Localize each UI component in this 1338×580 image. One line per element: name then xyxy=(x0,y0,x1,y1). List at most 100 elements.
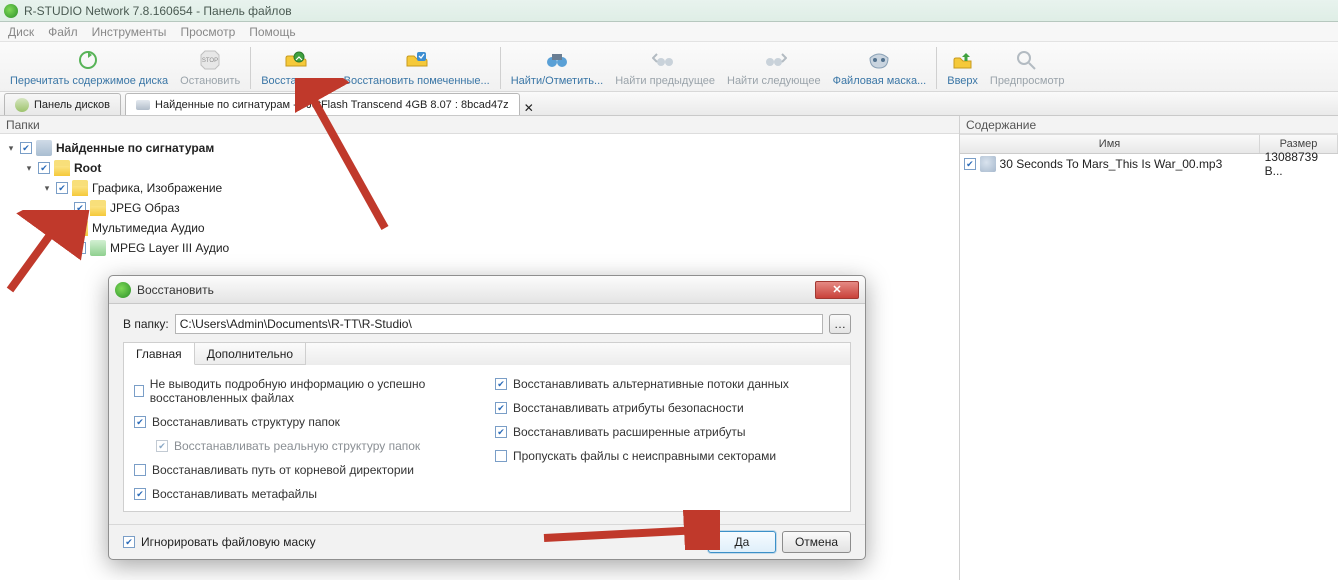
opt-security-attr-checkbox[interactable] xyxy=(495,402,507,414)
opt-root-path-label: Восстанавливать путь от корневой директо… xyxy=(152,463,414,477)
tool-reread[interactable]: Перечитать содержимое диска xyxy=(4,45,174,89)
tool-find-prev[interactable]: Найти предыдущее xyxy=(609,45,721,89)
dialog-tab-extra[interactable]: Дополнительно xyxy=(195,343,306,365)
recover-icon xyxy=(282,47,310,73)
svg-text:STOP: STOP xyxy=(202,58,218,64)
ok-button-label: Да xyxy=(735,535,750,549)
recover-marked-icon xyxy=(403,47,431,73)
browse-button[interactable]: … xyxy=(829,314,851,334)
tree-checkbox[interactable] xyxy=(56,182,68,194)
tree-graphics-label: Графика, Изображение xyxy=(92,181,222,195)
tabbar: Панель дисков Найденные по сигнатурам ->… xyxy=(0,92,1338,116)
dialog-title: Восстановить xyxy=(137,283,214,297)
menu-file[interactable]: Файл xyxy=(48,25,78,39)
window-title: R-STUDIO Network 7.8.160654 - Панель фай… xyxy=(24,4,292,18)
tree-checkbox[interactable] xyxy=(74,242,86,254)
tree-mp3-label: MPEG Layer III Аудио xyxy=(110,241,229,255)
twisty-icon[interactable] xyxy=(42,223,52,233)
tool-recover[interactable]: Восстановить xyxy=(255,45,337,89)
tree-checkbox[interactable] xyxy=(74,202,86,214)
folder-icon xyxy=(72,180,88,196)
folders-pane-header: Папки xyxy=(0,116,959,134)
ignore-mask-label: Игнорировать файловую маску xyxy=(141,535,316,549)
tool-recover-marked[interactable]: Восстановить помеченные... xyxy=(338,45,496,89)
opt-folder-struct-checkbox[interactable] xyxy=(134,416,146,428)
tool-file-mask-label: Файловая маска... xyxy=(833,75,927,87)
tool-reread-label: Перечитать содержимое диска xyxy=(10,75,168,87)
file-size: 13088739 B... xyxy=(1265,150,1338,178)
tree-checkbox[interactable] xyxy=(20,142,32,154)
file-checkbox[interactable] xyxy=(964,158,976,170)
tool-find-next-label: Найти следующее xyxy=(727,75,821,87)
dialog-close-button[interactable]: ✕ xyxy=(815,281,859,299)
dialog-app-icon xyxy=(115,282,131,298)
menu-help[interactable]: Помощь xyxy=(249,25,295,39)
content-pane-header: Содержание xyxy=(960,116,1338,134)
tool-up-label: Вверх xyxy=(947,75,978,87)
opt-metafiles-label: Восстанавливать метафайлы xyxy=(152,487,317,501)
toolbar: Перечитать содержимое диска STOP Останов… xyxy=(0,42,1338,92)
twisty-icon[interactable] xyxy=(6,143,16,153)
tree-jpeg-label: JPEG Образ xyxy=(110,201,180,215)
tab-found-label: Найденные по сигнатурам -> JetFlash Tran… xyxy=(155,99,509,111)
dialog-tab-main[interactable]: Главная xyxy=(124,343,195,365)
tree-root2-label: Root xyxy=(74,161,101,175)
col-name[interactable]: Имя xyxy=(960,135,1260,153)
tool-find[interactable]: Найти/Отметить... xyxy=(505,45,609,89)
opt-verbose-checkbox[interactable] xyxy=(134,385,144,397)
disk-icon xyxy=(15,98,29,112)
mask-icon xyxy=(865,47,893,73)
find-prev-icon xyxy=(651,47,679,73)
opt-root-path-checkbox[interactable] xyxy=(134,464,146,476)
window-titlebar: R-STUDIO Network 7.8.160654 - Панель фай… xyxy=(0,0,1338,22)
output-path-input[interactable]: C:\Users\Admin\Documents\R-TT\R-Studio\ xyxy=(175,314,823,334)
opt-alt-streams-label: Восстанавливать альтернативные потоки да… xyxy=(513,377,789,391)
app-icon xyxy=(4,4,18,18)
cancel-button-label: Отмена xyxy=(795,535,838,549)
dialog-tabs: Главная Дополнительно Не выводить подроб… xyxy=(123,342,851,512)
tool-file-mask[interactable]: Файловая маска... xyxy=(827,45,933,89)
tool-up[interactable]: Вверх xyxy=(941,45,984,89)
opt-skip-bad-label: Пропускать файлы с неисправными секторам… xyxy=(513,449,776,463)
tool-preview[interactable]: Предпросмотр xyxy=(984,45,1071,89)
output-path-value: C:\Users\Admin\Documents\R-TT\R-Studio\ xyxy=(180,317,412,331)
find-next-icon xyxy=(760,47,788,73)
menu-tools[interactable]: Инструменты xyxy=(92,25,167,39)
tool-stop-label: Остановить xyxy=(180,75,240,87)
menu-disk[interactable]: Диск xyxy=(8,25,34,39)
tool-stop[interactable]: STOP Остановить xyxy=(174,45,246,89)
dialog-titlebar[interactable]: Восстановить ✕ xyxy=(109,276,865,304)
folder-icon xyxy=(54,160,70,176)
menu-view[interactable]: Просмотр xyxy=(180,25,235,39)
tab-disks-label: Панель дисков xyxy=(34,99,110,111)
tab-disk-panel[interactable]: Панель дисков xyxy=(4,93,121,115)
opt-alt-streams-checkbox[interactable] xyxy=(495,378,507,390)
recover-dialog: Восстановить ✕ В папку: C:\Users\Admin\D… xyxy=(108,275,866,560)
file-row[interactable]: 30 Seconds To Mars_This Is War_00.mp3 13… xyxy=(960,154,1338,174)
twisty-icon[interactable] xyxy=(24,163,34,173)
tab-found[interactable]: Найденные по сигнатурам -> JetFlash Tran… xyxy=(125,93,520,115)
stop-icon: STOP xyxy=(196,47,224,73)
tool-find-next[interactable]: Найти следующее xyxy=(721,45,827,89)
tool-recover-marked-label: Восстановить помеченные... xyxy=(344,75,490,87)
folder-icon xyxy=(90,200,106,216)
folder-icon xyxy=(90,240,106,256)
cancel-button[interactable]: Отмена xyxy=(782,531,851,553)
tree-audio-label: Мультимедиа Аудио xyxy=(92,221,205,235)
sig-icon xyxy=(136,100,150,110)
opt-skip-bad-checkbox[interactable] xyxy=(495,450,507,462)
tree-checkbox[interactable] xyxy=(38,162,50,174)
file-name: 30 Seconds To Mars_This Is War_00.mp3 xyxy=(1000,157,1265,171)
opt-ext-attr-checkbox[interactable] xyxy=(495,426,507,438)
twisty-icon[interactable] xyxy=(42,183,52,193)
opt-metafiles-checkbox[interactable] xyxy=(134,488,146,500)
ok-button[interactable]: Да xyxy=(708,531,776,553)
opt-real-struct-label: Восстанавливать реальную структуру папок xyxy=(174,439,420,453)
ignore-mask-checkbox[interactable] xyxy=(123,536,135,548)
tool-find-label: Найти/Отметить... xyxy=(511,75,603,87)
tab-close-button[interactable]: ✕ xyxy=(524,101,534,115)
opt-security-attr-label: Восстанавливать атрибуты безопасности xyxy=(513,401,744,415)
opt-real-struct-checkbox xyxy=(156,440,168,452)
up-icon xyxy=(949,47,977,73)
tree-checkbox[interactable] xyxy=(56,222,68,234)
